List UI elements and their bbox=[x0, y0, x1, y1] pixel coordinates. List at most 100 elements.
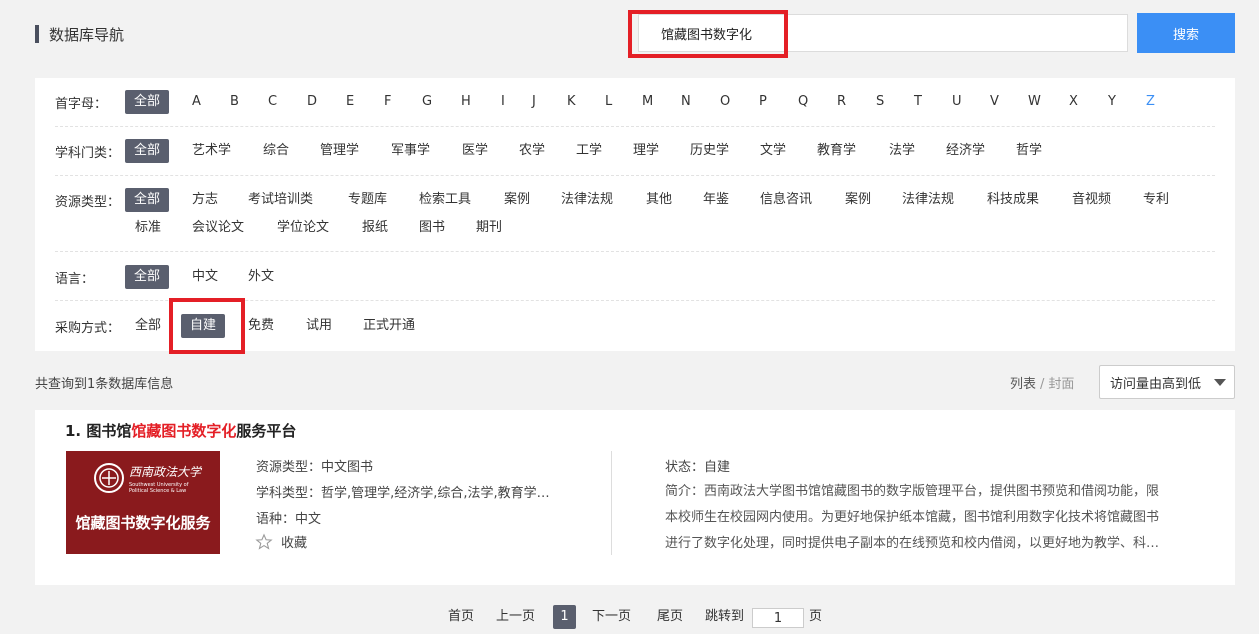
pager-jump-input[interactable] bbox=[752, 608, 804, 628]
resource-item[interactable]: 信息咨讯 bbox=[760, 188, 812, 212]
resource-item[interactable]: 报纸 bbox=[362, 216, 388, 240]
subject-item[interactable]: 经济学 bbox=[946, 139, 985, 163]
subject-item[interactable]: 历史学 bbox=[690, 139, 729, 163]
purchase-item[interactable]: 正式开通 bbox=[363, 314, 415, 338]
subject-item[interactable]: 军事学 bbox=[391, 139, 430, 163]
subject-item[interactable]: 文学 bbox=[760, 139, 786, 163]
result-thumbnail[interactable]: 西南政法大学 Southwest University of Political… bbox=[66, 451, 220, 554]
resource-item[interactable]: 其他 bbox=[646, 188, 672, 212]
thumb-univ-cn: 西南政法大学 bbox=[129, 465, 203, 479]
letter-item[interactable]: B bbox=[230, 90, 239, 114]
subject-item[interactable]: 管理学 bbox=[320, 139, 359, 163]
resource-item[interactable]: 图书 bbox=[419, 216, 445, 240]
letter-all[interactable]: 全部 bbox=[125, 90, 170, 114]
letter-item[interactable]: I bbox=[501, 90, 505, 114]
resource-item[interactable]: 科技成果 bbox=[987, 188, 1039, 212]
language-all[interactable]: 全部 bbox=[125, 265, 170, 289]
resource-item[interactable]: 会议论文 bbox=[192, 216, 244, 240]
search-input[interactable] bbox=[639, 15, 1127, 51]
subject-all[interactable]: 全部 bbox=[125, 139, 170, 163]
pager-next[interactable]: 下一页 bbox=[592, 605, 631, 629]
favorite-button[interactable]: 收藏 bbox=[255, 532, 307, 551]
letter-item[interactable]: G bbox=[422, 90, 432, 114]
resource-item[interactable]: 检索工具 bbox=[419, 188, 471, 212]
view-list-link[interactable]: 列表 bbox=[1010, 377, 1036, 392]
letter-item[interactable]: Z bbox=[1146, 90, 1155, 114]
resource-item[interactable]: 案例 bbox=[845, 188, 871, 212]
subject-item[interactable]: 工学 bbox=[576, 139, 602, 163]
subject-item[interactable]: 哲学 bbox=[1016, 139, 1042, 163]
resource-item[interactable]: 标准 bbox=[135, 216, 161, 240]
language-item[interactable]: 中文 bbox=[192, 265, 218, 289]
desc-line: 西南政法大学图书馆馆藏图书的数字版管理平台，提供图书预览和借阅功能，限 bbox=[704, 484, 1160, 499]
letter-item[interactable]: Q bbox=[798, 90, 808, 114]
resource-item[interactable]: 音视频 bbox=[1072, 188, 1111, 212]
letter-item[interactable]: V bbox=[990, 90, 999, 114]
letter-item[interactable]: C bbox=[268, 90, 277, 114]
resource-item[interactable]: 期刊 bbox=[476, 216, 502, 240]
resource-item[interactable]: 法律法规 bbox=[561, 188, 613, 212]
letter-item[interactable]: T bbox=[914, 90, 922, 114]
letter-item[interactable]: F bbox=[384, 90, 391, 114]
letter-item[interactable]: E bbox=[346, 90, 354, 114]
language-item[interactable]: 外文 bbox=[248, 265, 274, 289]
letter-item[interactable]: H bbox=[461, 90, 471, 114]
letter-item[interactable]: D bbox=[307, 90, 317, 114]
resource-item[interactable]: 学位论文 bbox=[277, 216, 329, 240]
letter-item[interactable]: M bbox=[642, 90, 653, 114]
subject-item[interactable]: 艺术学 bbox=[192, 139, 231, 163]
letter-item[interactable]: K bbox=[567, 90, 576, 114]
pager-prev[interactable]: 上一页 bbox=[496, 605, 535, 629]
filter-label-resource: 资源类型： bbox=[55, 195, 121, 210]
letter-item[interactable]: P bbox=[759, 90, 767, 114]
meta-status: 状态：自建 bbox=[665, 456, 730, 475]
purchase-item[interactable]: 试用 bbox=[306, 314, 332, 338]
filter-label-subject: 学科门类： bbox=[55, 146, 121, 161]
view-toggle: 列表 / 封面 bbox=[1010, 373, 1074, 392]
resource-item[interactable]: 法律法规 bbox=[902, 188, 954, 212]
pager-last[interactable]: 尾页 bbox=[657, 605, 683, 629]
meta-key: 学科类型： bbox=[256, 486, 322, 501]
sort-select[interactable]: 访问量由高到低 bbox=[1099, 365, 1235, 399]
view-cover-link[interactable]: 封面 bbox=[1048, 377, 1074, 392]
resource-item[interactable]: 案例 bbox=[504, 188, 530, 212]
pager-current[interactable]: 1 bbox=[553, 605, 576, 629]
subject-item[interactable]: 综合 bbox=[263, 139, 289, 163]
filter-row-purchase: 采购方式： 全部 自建 免费 试用 正式开通 bbox=[55, 314, 1215, 344]
view-separator: / bbox=[1040, 377, 1045, 392]
letter-item[interactable]: L bbox=[605, 90, 612, 114]
purchase-item-selfbuilt[interactable]: 自建 bbox=[181, 314, 226, 338]
page-title-text: 数据库导航 bbox=[49, 25, 125, 44]
letter-item[interactable]: J bbox=[532, 90, 536, 114]
subject-item[interactable]: 医学 bbox=[462, 139, 488, 163]
resource-item[interactable]: 方志 bbox=[192, 188, 218, 212]
search-button[interactable]: 搜索 bbox=[1137, 13, 1235, 53]
letter-item[interactable]: A bbox=[192, 90, 201, 114]
letter-item[interactable]: W bbox=[1028, 90, 1041, 114]
subject-item[interactable]: 教育学 bbox=[817, 139, 856, 163]
resource-item[interactable]: 考试培训类 bbox=[248, 188, 313, 212]
letter-item[interactable]: S bbox=[876, 90, 884, 114]
result-title[interactable]: 1. 图书馆馆藏图书数字化服务平台 bbox=[65, 420, 296, 441]
pager-first[interactable]: 首页 bbox=[448, 605, 474, 629]
subject-item[interactable]: 法学 bbox=[889, 139, 915, 163]
subject-item[interactable]: 理学 bbox=[633, 139, 659, 163]
letter-item[interactable]: Y bbox=[1108, 90, 1116, 114]
resource-item[interactable]: 专题库 bbox=[348, 188, 387, 212]
subject-item[interactable]: 农学 bbox=[519, 139, 545, 163]
filter-row-subject: 学科门类： 全部 艺术学 综合 管理学 军事学 医学 农学 工学 理学 历史学 … bbox=[55, 139, 1215, 176]
letter-item[interactable]: X bbox=[1069, 90, 1078, 114]
resource-all[interactable]: 全部 bbox=[125, 188, 170, 212]
resource-item[interactable]: 年鉴 bbox=[703, 188, 729, 212]
favorite-label: 收藏 bbox=[281, 536, 308, 551]
star-icon bbox=[255, 533, 273, 550]
purchase-all[interactable]: 全部 bbox=[135, 314, 161, 338]
letter-item[interactable]: O bbox=[720, 90, 730, 114]
letter-item[interactable]: R bbox=[837, 90, 846, 114]
letter-item[interactable]: U bbox=[952, 90, 962, 114]
meta-key: 语种： bbox=[256, 512, 296, 527]
purchase-item[interactable]: 免费 bbox=[248, 314, 274, 338]
desc-line: 进行了数字化处理，同时提供电子副本的在线预览和校内借阅，以更好地为教学、科… bbox=[665, 536, 1160, 551]
letter-item[interactable]: N bbox=[681, 90, 691, 114]
resource-item[interactable]: 专利 bbox=[1143, 188, 1169, 212]
